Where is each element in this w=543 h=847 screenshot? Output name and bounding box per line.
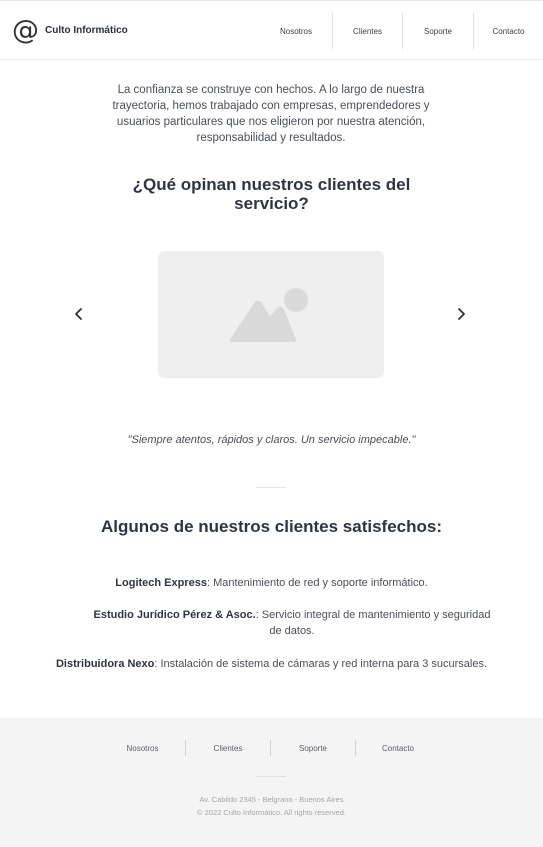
site-footer: Nosotros Clientes Soporte Contacto Av. C…: [0, 718, 543, 847]
footer-nav-nosotros[interactable]: Nosotros: [100, 740, 185, 756]
chevron-left-icon: [75, 308, 82, 320]
testimonial-quote: "Siempre atentos, rápidos y claros. Un s…: [127, 434, 416, 446]
nav-item-contacto[interactable]: Contacto: [473, 13, 543, 49]
client-description: : Servicio integral de mantenimiento y s…: [255, 609, 491, 637]
brand-name: Culto Informático: [45, 25, 128, 36]
site-header: @ Culto Informático Nosotros Clientes So…: [0, 0, 543, 60]
testimonial-image-placeholder: [158, 251, 384, 378]
client-item: Distribuidora Nexo: Instalación de siste…: [40, 656, 503, 672]
footer-nav-soporte[interactable]: Soporte: [270, 740, 355, 756]
image-placeholder-icon: [230, 288, 308, 342]
section-divider: [256, 487, 286, 488]
client-description: : Instalación de sistema de cámaras y re…: [154, 658, 488, 670]
client-item: Logitech Express: Mantenimiento de red y…: [60, 575, 483, 591]
intro-paragraph: La confianza se construye con hechos. A …: [112, 84, 430, 144]
clients-heading: Algunos de nuestros clientes satisfechos…: [100, 517, 443, 536]
client-item: Estudio Jurídico Pérez & Asoc.: Servicio…: [92, 607, 492, 639]
carousel-next-button[interactable]: [453, 306, 469, 322]
chevron-right-icon: [458, 308, 465, 320]
footer-nav-clientes[interactable]: Clientes: [185, 740, 270, 756]
testimonials-heading: ¿Qué opinan nuestros clientes del servic…: [132, 175, 411, 213]
brand-logo[interactable]: @ Culto Informático: [12, 17, 128, 44]
client-description: : Mantenimiento de red y soporte informá…: [206, 577, 428, 589]
footer-address: Av. Cabildo 2345 - Belgrano - Buenos Air…: [199, 795, 344, 804]
footer-nav-contacto[interactable]: Contacto: [355, 740, 440, 756]
at-sign-logo-icon: @: [12, 15, 39, 46]
footer-divider: [256, 776, 286, 777]
nav-item-soporte[interactable]: Soporte: [402, 13, 473, 49]
carousel-prev-button[interactable]: [71, 306, 87, 322]
client-name: Distribuidora Nexo: [55, 658, 155, 670]
nav-item-nosotros[interactable]: Nosotros: [260, 13, 332, 49]
nav-item-clientes[interactable]: Clientes: [332, 13, 402, 49]
footer-copyright: © 2022 Culto Informático. All rights res…: [197, 808, 346, 817]
client-name: Logitech Express: [115, 577, 207, 589]
main-nav: Nosotros Clientes Soporte Contacto: [260, 13, 543, 49]
footer-nav: Nosotros Clientes Soporte Contacto: [100, 740, 440, 756]
client-name: Estudio Jurídico Pérez & Asoc.: [93, 609, 256, 621]
